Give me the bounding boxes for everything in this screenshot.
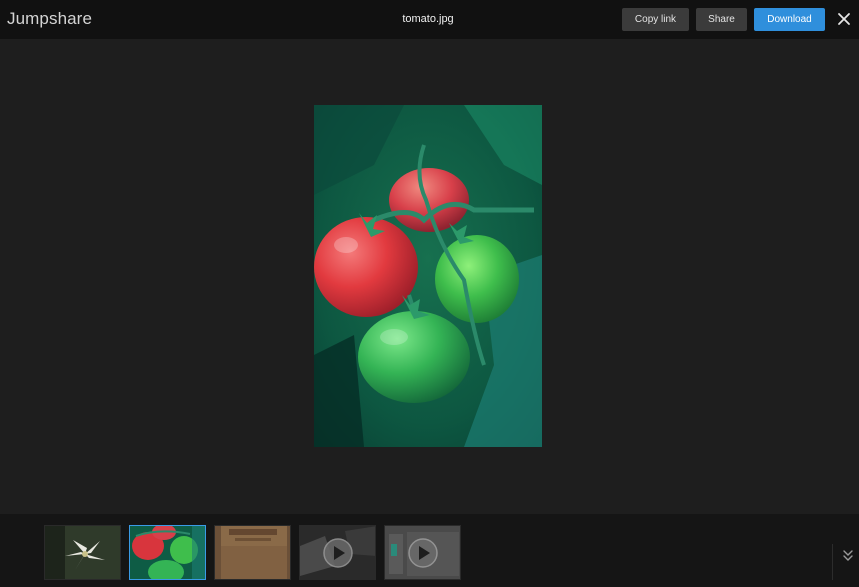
share-button[interactable]: Share [696,8,747,31]
main-photo [314,105,542,447]
tomato-thumbnail [130,526,205,579]
copy-link-button[interactable]: Copy link [622,8,689,31]
app-logo[interactable]: Jumpshare [7,9,92,29]
video-thumbnail [300,526,375,579]
document-thumbnail [215,526,290,579]
file-name: tomato.jpg [402,13,454,25]
thumbnail-video-1[interactable] [299,525,376,580]
video-thumbnail [385,526,460,579]
top-bar: Jumpshare tomato.jpg Copy link Share Dow… [0,0,859,39]
close-icon-glyph [838,13,850,25]
close-icon[interactable] [836,11,852,27]
image-viewer [0,39,859,514]
double-chevron-down-icon[interactable] [841,549,855,563]
collapse-icon-glyph [843,550,853,561]
download-button[interactable]: Download [754,8,825,31]
flower-thumbnail [45,526,120,579]
thumbnail-filmstrip [0,514,859,587]
thumbnail-flower[interactable] [44,525,121,580]
tomato-photo [314,105,542,447]
thumbnail-video-2[interactable] [384,525,461,580]
thumbnail-document[interactable] [214,525,291,580]
filmstrip-divider [832,544,833,580]
thumbnail-tomato[interactable] [129,525,206,580]
